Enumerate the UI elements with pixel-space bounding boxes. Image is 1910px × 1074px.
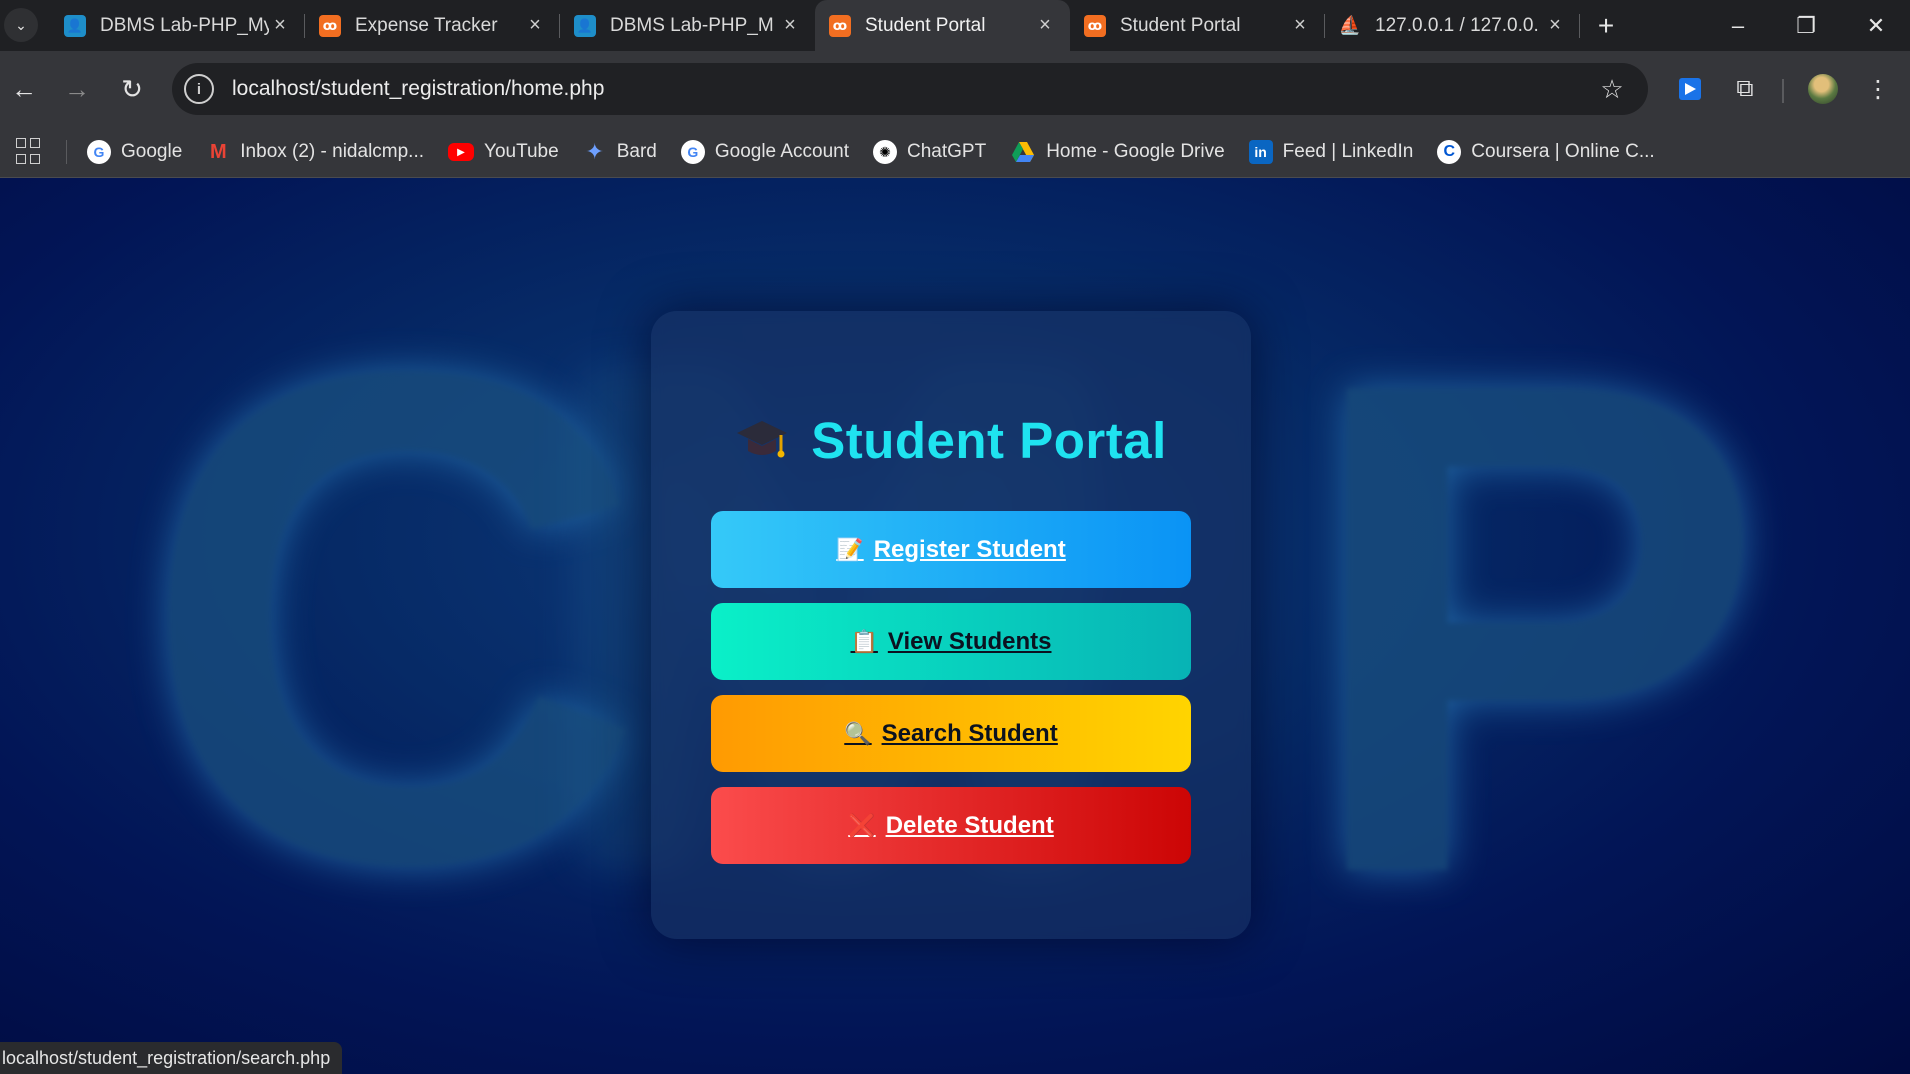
user-icon: 👤	[64, 14, 86, 37]
tab-title: 127.0.0.1 / 127.0.0.	[1375, 14, 1539, 36]
menu-kebab-icon[interactable]: ⋮	[1858, 69, 1898, 109]
page-title: Student Portal	[811, 412, 1167, 469]
tab-student-portal[interactable]: ꝏ Student Portal ×	[1070, 0, 1325, 51]
search-student-label: Search Student	[881, 719, 1058, 747]
view-students-button[interactable]: 📋 View Students	[711, 603, 1191, 680]
drive-icon	[1010, 140, 1036, 164]
delete-student-button[interactable]: ❌ Delete Student	[711, 787, 1191, 864]
tab-title: Expense Tracker	[355, 14, 498, 36]
bookmark-google-drive[interactable]: Home - Google Drive	[1010, 140, 1225, 164]
close-icon[interactable]: ×	[1544, 14, 1566, 37]
bookmark-chatgpt[interactable]: ✺ ChatGPT	[873, 140, 986, 164]
youtube-icon: ▶	[448, 143, 475, 161]
bookmark-label: Google	[121, 141, 183, 162]
bookmark-label: Coursera | Online C...	[1471, 141, 1655, 162]
close-window-button[interactable]: ✕	[1842, 0, 1910, 51]
tab-strip: ⌄ 👤 DBMS Lab-PHP_My × ꝏ Expense Tracker …	[0, 0, 1910, 51]
bookmark-linkedin[interactable]: in Feed | LinkedIn	[1248, 140, 1414, 164]
tab-student-portal-active[interactable]: ꝏ Student Portal ×	[815, 0, 1070, 51]
bookmark-coursera[interactable]: C Coursera | Online C...	[1437, 140, 1655, 164]
phpmyadmin-icon: ⛵	[1338, 15, 1362, 35]
arrow-right-icon: →	[64, 73, 90, 104]
tab-expense-tracker[interactable]: ꝏ Expense Tracker ×	[305, 0, 560, 51]
bookmark-gmail-inbox[interactable]: M Inbox (2) - nidalcmp...	[206, 140, 424, 164]
bookmark-label: Home - Google Drive	[1046, 141, 1225, 162]
bookmark-label: Bard	[616, 141, 657, 162]
delete-student-label: Delete Student	[885, 811, 1054, 839]
avatar	[1808, 74, 1838, 104]
user-icon: 👤	[574, 14, 596, 37]
bookmark-star-icon[interactable]: ☆	[1590, 74, 1634, 105]
tab-title: Student Portal	[865, 14, 986, 36]
reload-button[interactable]: ↻	[111, 68, 153, 110]
graduation-cap-icon	[735, 417, 789, 465]
close-icon[interactable]: ×	[1289, 14, 1311, 37]
bookmark-google[interactable]: G Google	[87, 140, 182, 164]
minimize-button[interactable]: –	[1704, 0, 1772, 51]
tab-dbms-lab-2[interactable]: 👤 DBMS Lab-PHP_M ×	[560, 0, 815, 51]
tab-separator	[1579, 14, 1580, 38]
google-icon: G	[87, 140, 111, 164]
chevron-down-icon: ⌄	[15, 16, 27, 33]
tab-title: DBMS Lab-PHP_M	[610, 14, 774, 36]
tab-list: 👤 DBMS Lab-PHP_My × ꝏ Expense Tracker × …	[50, 0, 1580, 51]
profile-button[interactable]	[1803, 69, 1843, 109]
back-button[interactable]: ←	[3, 68, 45, 110]
chatgpt-icon: ✺	[873, 140, 897, 164]
bookmark-youtube[interactable]: ▶ YouTube	[448, 141, 559, 163]
gmail-icon: M	[209, 140, 227, 163]
extension-app-icon[interactable]	[1670, 69, 1710, 109]
close-icon[interactable]: ×	[269, 14, 291, 37]
cross-mark-icon: ❌	[848, 812, 876, 838]
new-tab-button[interactable]: +	[1590, 10, 1622, 42]
xampp-icon: ꝏ	[829, 14, 851, 37]
tab-dbms-lab-1[interactable]: 👤 DBMS Lab-PHP_My ×	[50, 0, 305, 51]
bookmark-google-account[interactable]: G Google Account	[680, 140, 849, 164]
close-icon[interactable]: ×	[1034, 14, 1056, 37]
bookmark-label: YouTube	[484, 141, 559, 162]
restore-button[interactable]: ❐	[1772, 0, 1840, 51]
xampp-icon: ꝏ	[319, 14, 341, 37]
portal-card: Student Portal 📝 Register Student 📋 View…	[651, 311, 1251, 939]
tab-title: Student Portal	[1120, 14, 1241, 36]
status-bar-url: localhost/student_registration/search.ph…	[0, 1042, 343, 1074]
apps-grid-icon[interactable]	[16, 138, 44, 166]
bookmark-separator	[66, 140, 67, 164]
magnifier-icon: 🔍	[844, 720, 872, 746]
site-info-icon[interactable]: i	[184, 74, 214, 104]
register-student-button[interactable]: 📝 Register Student	[711, 511, 1191, 588]
tab-search-button[interactable]: ⌄	[4, 8, 38, 42]
register-student-label: Register Student	[873, 535, 1066, 563]
bookmark-label: Google Account	[714, 141, 849, 162]
clipboard-icon: 📋	[850, 628, 878, 654]
bookmark-label: ChatGPT	[907, 141, 987, 162]
close-icon[interactable]: ×	[524, 14, 546, 37]
portal-header: Student Portal	[651, 411, 1251, 470]
close-icon[interactable]: ×	[779, 14, 801, 37]
toolbar-separator	[1782, 79, 1784, 103]
coursera-icon: C	[1437, 140, 1462, 164]
bookmarks-bar: G Google M Inbox (2) - nidalcmp... ▶ You…	[0, 127, 1910, 178]
address-bar[interactable]: i localhost/student_registration/home.ph…	[172, 63, 1648, 115]
bard-icon: ✦	[585, 139, 604, 164]
tab-title: DBMS Lab-PHP_My	[100, 14, 269, 36]
google-icon: G	[680, 140, 705, 164]
browser-toolbar: ← → ↻ i localhost/student_registration/h…	[0, 51, 1910, 127]
forward-button[interactable]: →	[56, 68, 98, 110]
arrow-left-icon: ←	[11, 73, 37, 104]
extensions-puzzle-icon[interactable]: ⧉	[1725, 69, 1765, 109]
page-viewport: C M P Student Portal 📝 Register Student …	[0, 178, 1910, 1074]
bookmark-bard[interactable]: ✦ Bard	[583, 139, 657, 164]
search-student-button[interactable]: 🔍 Search Student	[711, 695, 1191, 772]
reload-icon: ↻	[121, 73, 143, 104]
tab-phpmyadmin[interactable]: ⛵ 127.0.0.1 / 127.0.0. ×	[1325, 0, 1580, 51]
background-letter-p: P	[1300, 237, 1767, 1019]
bookmark-label: Feed | LinkedIn	[1282, 141, 1414, 162]
xampp-icon: ꝏ	[1084, 14, 1106, 37]
url-text[interactable]: localhost/student_registration/home.php	[232, 77, 1590, 101]
linkedin-icon: in	[1248, 140, 1273, 164]
view-students-label: View Students	[887, 627, 1052, 655]
memo-icon: 📝	[836, 536, 864, 562]
bookmark-label: Inbox (2) - nidalcmp...	[240, 141, 425, 162]
